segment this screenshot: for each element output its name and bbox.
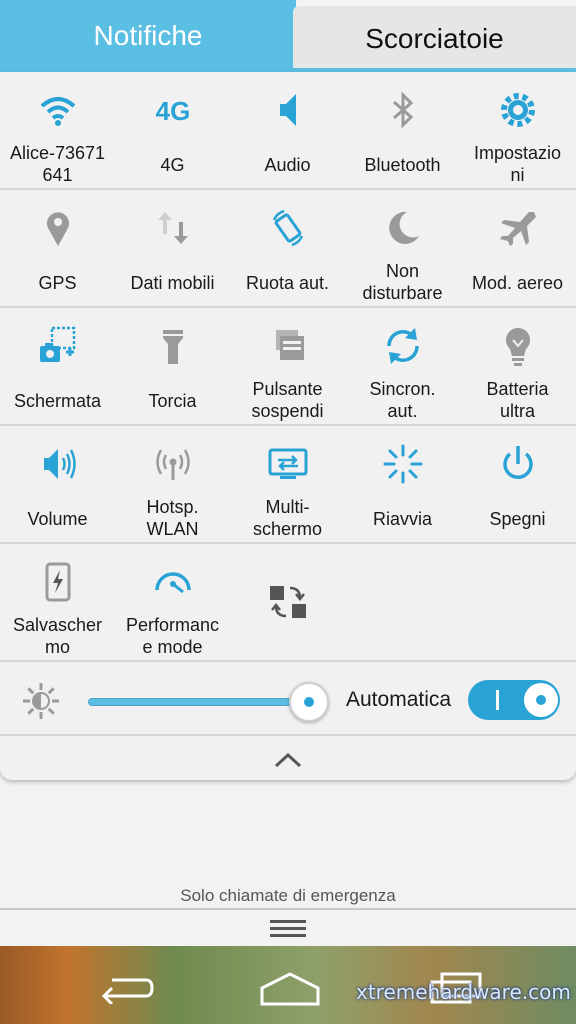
back-icon[interactable] (98, 972, 156, 1004)
shortcut-row: Alice-73671 641 4G 4G Audio Bluetooth Imposta… (0, 72, 576, 190)
brightness-icon (23, 683, 59, 719)
brightness-slider-track[interactable] (88, 698, 309, 706)
toggle-knob (524, 683, 558, 717)
shortcut-label: Dati mobili (130, 273, 215, 293)
shortcut-label: GPS (38, 273, 77, 293)
shortcut-label: Riavvia (372, 509, 433, 529)
shortcut-hotspot[interactable]: Hotsp. WLAN (115, 426, 230, 542)
shortcut-label: Sincron. aut. (369, 379, 436, 421)
shortcut-label: Schermata (13, 391, 102, 411)
restart-icon (381, 442, 425, 486)
shortcut-gear[interactable]: Impostazio ni (460, 72, 575, 188)
shortcut-gauge[interactable]: Performanc e mode (115, 544, 230, 660)
emergency-calls-status: Solo chiamate di emergenza (180, 886, 396, 905)
shortcut-row: Volume Hotsp. WLAN Multi- schermo Riavvia Sp… (0, 426, 576, 544)
gauge-icon (151, 560, 195, 604)
rotate-icon (266, 206, 310, 250)
multiscreen-icon (266, 442, 310, 486)
shortcut-speaker[interactable]: Audio (230, 72, 345, 188)
shortcut-sync[interactable]: Sincron. aut. (345, 308, 460, 424)
shortcut-label: Salvascher mo (12, 615, 103, 657)
shortcut-label: Spegni (489, 509, 546, 529)
shortcuts-panel: Alice-73671 641 4G 4G Audio Bluetooth Imposta… (0, 72, 576, 780)
shortcut-label: Pulsante sospendi (251, 379, 324, 421)
shortcut-edit-swap[interactable] (230, 544, 345, 660)
toggle-on-mark (496, 690, 499, 710)
shortcut-label: Non disturbare (362, 261, 443, 303)
shortcut-location-pin[interactable]: GPS (0, 190, 115, 306)
shortcut-row: Schermata Torcia Pulsante sospendi Sincron.… (0, 308, 576, 426)
floating-button-icon (266, 324, 310, 368)
shortcut-row: Salvascher mo Performanc e mode (0, 544, 576, 662)
gear-icon (496, 88, 540, 132)
auto-brightness-label: Automatica (346, 688, 452, 711)
location-pin-icon (36, 206, 80, 250)
shortcut-label: Multi- schermo (252, 497, 323, 539)
screenshot-icon (36, 324, 80, 368)
shortcut-bluetooth[interactable]: Bluetooth (345, 72, 460, 188)
shortcut-label: 4G (160, 155, 185, 175)
shortcut-label: Audio (264, 155, 311, 175)
wifi-icon (36, 88, 80, 132)
collapse-chevron-up-icon[interactable] (268, 748, 308, 772)
phone-charge-icon (36, 560, 80, 604)
bulb-icon (496, 324, 540, 368)
shortcut-wifi[interactable]: Alice-73671 641 (0, 72, 115, 188)
svg-text:4G: 4G (156, 96, 191, 126)
brightness-slider-thumb[interactable] (289, 682, 329, 722)
drag-handle-icon[interactable] (270, 918, 306, 940)
shortcut-flashlight[interactable]: Torcia (115, 308, 230, 424)
4g-icon: 4G (151, 88, 195, 132)
edit-swap-icon (266, 580, 310, 624)
power-icon (496, 442, 540, 486)
shortcut-volume[interactable]: Volume (0, 426, 115, 542)
shortcut-screenshot[interactable]: Schermata (0, 308, 115, 424)
shortcut-label: Bluetooth (364, 155, 441, 175)
tab-scorciatoie[interactable]: Scorciatoie (293, 6, 576, 72)
flashlight-icon (151, 324, 195, 368)
shortcut-row: GPS Dati mobili Ruota aut. Non disturbare Mo… (0, 190, 576, 308)
shortcut-label: Alice-73671 641 (9, 143, 106, 185)
shortcut-bulb[interactable]: Batteria ultra (460, 308, 575, 424)
watermark: xtremehardware.com (356, 980, 571, 1004)
shortcut-moon[interactable]: Non disturbare (345, 190, 460, 306)
speaker-icon (266, 88, 310, 132)
shortcut-label: Batteria ultra (486, 379, 549, 421)
shortcut-4g[interactable]: 4G 4G (115, 72, 230, 188)
sync-icon (381, 324, 425, 368)
shortcut-data-arrows[interactable]: Dati mobili (115, 190, 230, 306)
home-icon[interactable] (258, 970, 322, 1006)
shortcut-rotate[interactable]: Ruota aut. (230, 190, 345, 306)
shortcut-airplane[interactable]: Mod. aereo (460, 190, 575, 306)
shortcut-label: Performanc e mode (125, 615, 220, 657)
shortcut-multiscreen[interactable]: Multi- schermo (230, 426, 345, 542)
shortcut-label: Hotsp. WLAN (146, 497, 199, 539)
tab-notifiche[interactable]: Notifiche (0, 0, 296, 72)
shortcut-restart[interactable]: Riavvia (345, 426, 460, 542)
shortcut-label: Impostazio ni (473, 143, 562, 185)
data-arrows-icon (151, 206, 195, 250)
volume-icon (36, 442, 80, 486)
airplane-icon (496, 206, 540, 250)
shortcut-power[interactable]: Spegni (460, 426, 575, 542)
tab-bar: Notifiche Scorciatoie (0, 0, 576, 72)
shortcut-label: Ruota aut. (245, 273, 330, 293)
shortcut-phone-charge[interactable]: Salvascher mo (0, 544, 115, 660)
shortcut-floating-button[interactable]: Pulsante sospendi (230, 308, 345, 424)
auto-brightness-toggle[interactable] (468, 680, 560, 720)
bluetooth-icon (381, 88, 425, 132)
divider (0, 908, 576, 910)
shortcut-label: Volume (27, 509, 88, 529)
moon-icon (381, 206, 425, 250)
hotspot-icon (151, 442, 195, 486)
brightness-control: Automatica (0, 668, 576, 736)
shortcut-label: Torcia (148, 391, 197, 411)
shortcut-label: Mod. aereo (471, 273, 564, 293)
